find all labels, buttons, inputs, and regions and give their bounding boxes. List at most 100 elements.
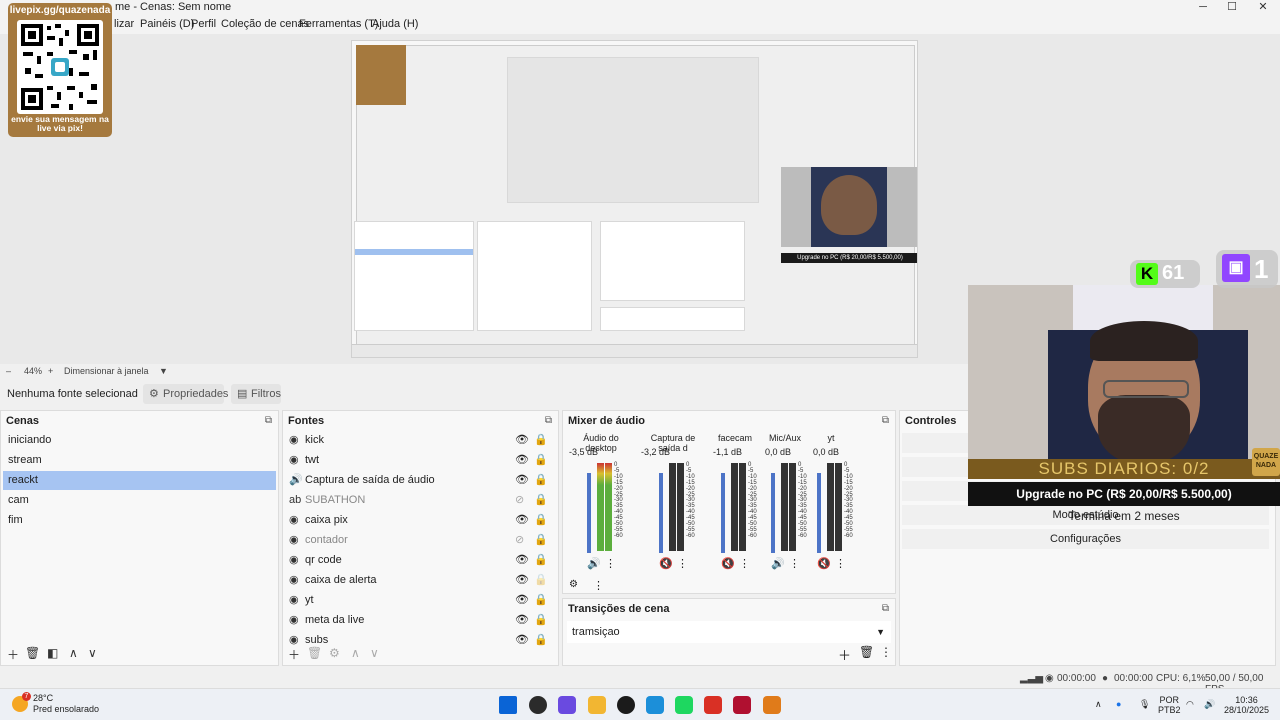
undock-icon[interactable]: ⧉	[882, 411, 889, 431]
settings-button[interactable]: Configurações	[902, 529, 1269, 549]
chevron-down-icon[interactable]: ▼	[159, 366, 168, 376]
mixer-menu-icon[interactable]: ⋮	[593, 579, 604, 592]
eye-icon[interactable]: 👁	[515, 511, 529, 530]
lock-icon[interactable]: 🔒	[534, 491, 548, 510]
close-button[interactable]: ✕	[1246, 0, 1280, 15]
scene-item[interactable]: fim	[3, 511, 276, 530]
eye-icon[interactable]: 👁	[515, 551, 529, 570]
volume-slider[interactable]	[721, 473, 725, 553]
eye-icon[interactable]: 👁	[515, 431, 529, 450]
trash-icon[interactable]: 🗑	[307, 646, 322, 660]
network-app-icon[interactable]: ●	[1116, 699, 1121, 709]
channel-menu-icon[interactable]: ⋮	[789, 557, 800, 570]
speaker-icon[interactable]: 🔊	[771, 557, 785, 570]
lock-icon[interactable]: 🔒	[534, 471, 548, 490]
channel-menu-icon[interactable]: ⋮	[739, 557, 750, 570]
maximize-button[interactable]: ☐	[1215, 0, 1249, 15]
eye-icon[interactable]: 👁	[515, 611, 529, 630]
folder-icon[interactable]	[588, 696, 606, 714]
channel-menu-icon[interactable]: ⋮	[677, 557, 688, 570]
wifi-icon[interactable]: ◠	[1186, 699, 1194, 709]
trash-icon[interactable]: 🗑	[859, 645, 874, 659]
more-icon[interactable]: ⋮	[880, 645, 892, 659]
input-language[interactable]: POR PTB2	[1158, 695, 1181, 715]
clock[interactable]: 10:36 28/10/2025	[1224, 695, 1269, 715]
undock-icon[interactable]: ⧉	[265, 411, 272, 431]
scene-item[interactable]: cam	[3, 491, 276, 510]
trash-icon[interactable]: 🗑	[25, 646, 40, 660]
source-item[interactable]: ◉ yt 👁 🔒	[285, 591, 557, 610]
scene-item[interactable]: iniciando	[3, 431, 276, 450]
fit-window-button[interactable]: Dimensionar à janela	[64, 366, 149, 376]
app-icon[interactable]	[733, 696, 751, 714]
eye-icon[interactable]: 👁	[515, 471, 529, 490]
eye-hidden-icon[interactable]: ⊘	[515, 491, 524, 510]
menu-docks[interactable]: Painéis (D)	[140, 18, 194, 30]
volume-slider[interactable]	[659, 473, 663, 553]
zoom-in-button[interactable]: +	[48, 366, 53, 376]
undock-icon[interactable]: ⧉	[545, 411, 552, 431]
move-down-icon[interactable]: ∨	[88, 646, 97, 660]
zoom-out-button[interactable]: –	[6, 366, 11, 376]
lock-icon[interactable]: 🔒	[534, 451, 548, 470]
source-item[interactable]: ◉ twt 👁 🔒	[285, 451, 557, 470]
muted-speaker-icon[interactable]: 🔇	[817, 557, 831, 570]
start-icon[interactable]	[499, 696, 517, 714]
lock-icon[interactable]: 🔒	[534, 551, 548, 570]
advanced-audio-icon[interactable]: ⚙	[569, 579, 578, 590]
menu-tools[interactable]: Ferramentas (T)	[299, 18, 378, 30]
eye-hidden-icon[interactable]: ⊘	[515, 531, 524, 550]
move-up-icon[interactable]: ∧	[69, 646, 78, 660]
obs-icon[interactable]	[529, 696, 547, 714]
menu-help[interactable]: Ajuda (H)	[372, 18, 418, 30]
menu-view[interactable]: lizar	[114, 18, 134, 30]
lock-icon[interactable]: 🔒	[534, 531, 548, 550]
filters-button[interactable]: ▤ Filtros	[231, 384, 281, 404]
source-item[interactable]: ab SUBATHON ⊘ 🔒	[285, 491, 557, 510]
app-orange-icon[interactable]	[763, 696, 781, 714]
source-item[interactable]: ◉ caixa de alerta 👁 🔒	[285, 571, 557, 590]
eye-icon[interactable]: 👁	[515, 591, 529, 610]
move-up-icon[interactable]: ∧	[351, 646, 360, 660]
channel-menu-icon[interactable]: ⋮	[835, 557, 846, 570]
volume-slider[interactable]	[587, 473, 591, 553]
lock-icon[interactable]: 🔒	[534, 591, 548, 610]
lock-icon[interactable]: 🔒	[534, 511, 548, 530]
muted-speaker-icon[interactable]: 🔇	[721, 557, 735, 570]
preview-canvas[interactable]: Upgrade no PC (R$ 20,00/R$ 5.500,00)	[351, 40, 918, 358]
source-item[interactable]: ◉ meta da live 👁 🔒	[285, 611, 557, 630]
source-item[interactable]: ◉ kick 👁 🔒	[285, 431, 557, 450]
source-item[interactable]: ◉ contador ⊘ 🔒	[285, 531, 557, 550]
add-icon[interactable]: ＋	[7, 646, 19, 663]
add-icon[interactable]: ＋	[288, 646, 300, 663]
add-icon[interactable]: ＋	[838, 645, 851, 664]
volume-icon[interactable]: 🔊	[1204, 699, 1215, 709]
transition-select[interactable]: tramsiçao ▼	[567, 621, 891, 643]
move-down-icon[interactable]: ∨	[370, 646, 379, 660]
volume-slider[interactable]	[771, 473, 775, 553]
source-item[interactable]: 🔊 Captura de saída de áudio 👁 🔒	[285, 471, 557, 490]
scene-item[interactable]: stream	[3, 451, 276, 470]
unlock-icon[interactable]: 🔒	[534, 571, 548, 590]
filter-icon[interactable]: ◧	[47, 646, 58, 660]
source-item[interactable]: ◉ qr code 👁 🔒	[285, 551, 557, 570]
properties-button[interactable]: ⚙ Propriedades	[143, 384, 228, 404]
weather-widget[interactable]: 28°C Pred ensolarado	[33, 693, 99, 715]
undock-icon[interactable]: ⧉	[882, 599, 889, 619]
eye-icon[interactable]: 👁	[515, 571, 529, 590]
gear-icon[interactable]: ⚙	[329, 646, 340, 660]
spotify-icon[interactable]	[675, 696, 693, 714]
microphone-icon[interactable]: 🎙	[1139, 699, 1150, 709]
lock-icon[interactable]: 🔒	[534, 611, 548, 630]
menu-profile[interactable]: Perfil	[191, 18, 216, 30]
eye-icon[interactable]: 👁	[515, 451, 529, 470]
volume-slider[interactable]	[817, 473, 821, 553]
chevron-up-icon[interactable]: ∧	[1095, 699, 1102, 709]
muted-speaker-icon[interactable]: 🔇	[659, 557, 673, 570]
github-icon[interactable]	[617, 696, 635, 714]
scene-item-selected[interactable]: reackt	[3, 471, 276, 490]
edge-icon[interactable]	[646, 696, 664, 714]
speaker-icon[interactable]: 🔊	[587, 557, 601, 570]
source-item[interactable]: ◉ caixa pix 👁 🔒	[285, 511, 557, 530]
lock-icon[interactable]: 🔒	[534, 431, 548, 450]
